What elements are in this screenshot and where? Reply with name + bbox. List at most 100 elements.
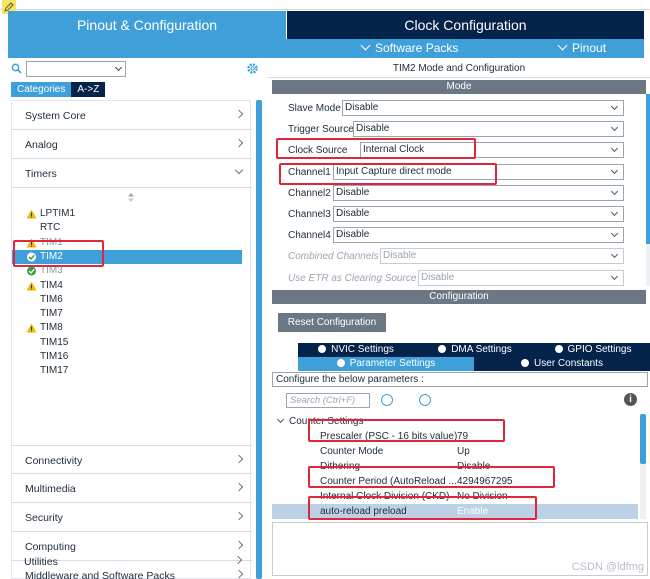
chevron-down-icon [610,272,619,280]
mode-value: Input Capture direct mode [336,165,452,177]
mode-scrollbar[interactable] [646,94,650,286]
parameter-search-input[interactable]: Search (Ctrl+F) [286,393,370,408]
peripheral-item-tim17[interactable]: TIM17 [12,364,242,378]
tab-pinout-configuration[interactable]: Pinout & Configuration [8,11,286,39]
parameter-row[interactable]: Counter Period (AutoReload ... 4294967295 [272,474,638,489]
mode-select: Disable [418,269,624,286]
parameter-row[interactable]: Counter Mode Up [272,444,638,459]
mode-select[interactable]: Disable [333,227,624,244]
pinout-label: Pinout [572,41,607,55]
group-counter-settings[interactable]: Counter Settings [276,414,364,429]
peripheral-search-input[interactable] [26,61,126,77]
chevron-down-icon [360,40,371,51]
peripheral-item-rtc[interactable]: RTC [12,221,242,235]
check-icon [438,345,447,353]
mode-row-clock-source: Clock Source Internal Clock [272,141,643,159]
parameter-label: auto-reload preload [320,506,407,517]
peripheral-item-tim16[interactable]: TIM16 [12,350,242,364]
mode-select[interactable]: Internal Clock [360,142,624,159]
gear-icon[interactable] [246,62,259,75]
parameter-row[interactable]: Dithering Disable [272,459,638,474]
check-icon [521,359,530,367]
peripheral-item-tim1[interactable]: TIM1 [12,236,242,250]
mode-select[interactable]: Disable [333,206,624,222]
search-next-icon[interactable] [419,394,431,406]
left-search-row [8,60,264,78]
configuration-header: Configuration [272,290,646,304]
mode-value: Disable [383,250,417,262]
config-message: Configure the below parameters : [272,372,648,387]
peripheral-label: LPTIM1 [40,208,76,219]
peripheral-label: TIM15 [40,336,69,348]
peripheral-item-tim2[interactable]: TIM2 [12,249,242,264]
parameter-row[interactable]: auto-reload preload Enable [272,504,638,519]
mode-label: Channel2 [288,187,331,199]
chevron-down-icon [610,145,619,153]
mode-select[interactable]: Disable [333,184,624,201]
parameter-row[interactable]: Internal Clock Division (CKD) No Division [272,489,638,504]
mode-select[interactable]: Disable [353,121,624,138]
tab-dma-settings[interactable]: DMA Settings [414,343,536,357]
info-icon[interactable]: i [624,393,637,406]
peripheral-item-tim8[interactable]: TIM8 [12,321,242,335]
category-system-core[interactable]: System Core [12,101,252,130]
chevron-down-icon[interactable] [114,63,123,72]
peripheral-item-tim3[interactable]: TIM3 [12,264,242,278]
pinout-menu[interactable]: Pinout [557,39,607,58]
peripheral-item-lptim1[interactable]: LPTIM1 [12,207,242,221]
tab-categories[interactable]: Categories [11,82,72,97]
category-timers[interactable]: Timers [12,159,252,188]
top-bar: Pinout & Configuration Clock Configurati… [0,0,650,58]
peripheral-label: TIM4 [40,279,63,291]
parameter-value[interactable]: No Division [457,489,508,504]
parameter-value[interactable]: Enable [457,504,488,519]
software-packs-menu[interactable]: Software Packs [360,39,458,58]
category-analog[interactable]: Analog [12,130,252,159]
tab-clock-configuration[interactable]: Clock Configuration [287,11,644,39]
title-strip [0,0,650,10]
tab-gpio-settings[interactable]: GPIO Settings [536,343,650,357]
parameter-row[interactable]: Prescaler (PSC - 16 bits value) 79 [272,429,638,444]
category-connectivity[interactable]: Connectivity [12,445,252,474]
category-label: Connectivity [25,455,83,467]
peripheral-item-tim7[interactable]: TIM7 [12,307,242,321]
mode-row-channel2: Channel2 Disable [272,184,643,202]
tab-a-z[interactable]: A->Z [71,82,106,97]
category-security[interactable]: Security [12,503,252,532]
mode-select[interactable]: Input Capture direct mode [333,163,624,180]
parameter-label: Dithering [320,461,361,472]
parameter-scrollbar-thumb[interactable] [640,414,646,464]
mode-row-channel4: Channel4 Disable [272,226,643,244]
parameter-value[interactable]: Up [457,444,470,459]
search-icon [11,63,22,74]
parameter-value[interactable]: 79 [457,429,468,444]
peripheral-item-tim6[interactable]: TIM6 [12,293,242,307]
mode-label: Clock Source [288,145,348,157]
right-panel: TIM2 Mode and Configuration Mode Slave M… [268,58,650,579]
chevron-down-icon [610,166,619,174]
mode-select[interactable]: Disable [342,100,624,116]
category-label: System Core [25,110,86,122]
category-label: Timers [25,168,57,180]
search-previous-icon[interactable] [381,394,393,406]
category-label: Utilities [24,556,58,568]
sort-icon[interactable] [128,193,134,202]
mode-section: Slave Mode Disable Trigger Source Disable Cl… [272,94,643,286]
chevron-right-icon [234,454,244,464]
parameter-value[interactable]: 4294967295 [457,474,513,489]
parameter-value[interactable]: Disable [457,459,490,474]
parameter-scrollbar[interactable] [640,414,646,519]
tab-nvic-settings[interactable]: NVIC Settings [298,343,414,357]
mode-scrollbar-thumb[interactable] [646,94,650,244]
tab-user-constants[interactable]: User Constants [474,357,650,371]
category-utilities[interactable]: Utilities [11,547,251,576]
tab-parameter-settings[interactable]: Parameter Settings [298,357,474,371]
left-scrollbar[interactable] [256,100,262,579]
category-multimedia[interactable]: Multimedia [12,474,252,503]
left-scrollbar-thumb[interactable] [256,100,262,579]
sub-menu-bar: Software Packs Pinout [8,39,644,58]
peripheral-item-tim4[interactable]: TIM4 [12,279,242,293]
mode-row-use-etr-as-clearing-source: Use ETR as Clearing Source Disable [272,269,643,286]
peripheral-item-tim15[interactable]: TIM15 [12,336,242,350]
reset-configuration-button[interactable]: Reset Configuration [278,313,386,332]
